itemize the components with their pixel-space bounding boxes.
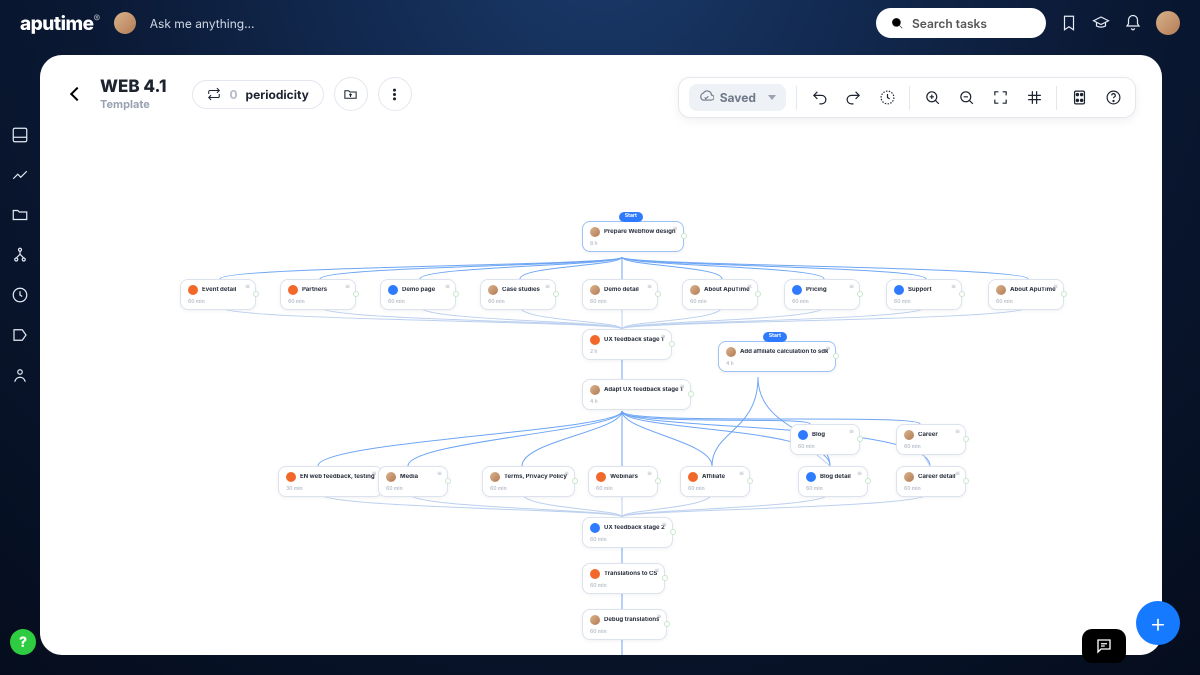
more-button[interactable] [378,77,412,111]
grid-button[interactable] [1022,86,1046,110]
search-icon [890,16,904,30]
node-terms[interactable]: ≡Terms, Privacy Policy60 min [482,466,575,497]
help-fab[interactable]: ? [10,629,36,655]
node-pricing[interactable]: ≡Pricing60 min [784,279,860,310]
tag-icon[interactable] [11,326,29,344]
signal-button[interactable] [1067,86,1091,110]
redo-button[interactable] [841,86,865,110]
add-fab[interactable]: + [1136,601,1180,645]
node-media[interactable]: ≡Media60 min [378,466,448,497]
back-button[interactable] [70,87,84,101]
node-about2[interactable]: ≡About ApuTime60 min [988,279,1064,310]
main-panel: WEB 4.1 Template 0 periodicity Saved [40,55,1162,655]
dashboard-icon[interactable] [11,126,29,144]
topbar: aputime® Ask me anything… Search tasks [0,0,1200,46]
saved-status[interactable]: Saved [689,84,786,111]
folder-icon[interactable] [11,206,29,224]
import-button[interactable] [334,77,368,111]
node-event[interactable]: ≡Event detail60 min [180,279,256,310]
periodicity-pill[interactable]: 0 periodicity [192,80,323,109]
node-ux2[interactable]: ≡UX feedback stage 260 min [582,517,673,548]
fit-button[interactable] [988,86,1012,110]
academy-icon[interactable] [1092,14,1110,32]
node-trans[interactable]: ≡Translations to CS60 min [582,563,665,594]
search-input[interactable]: Search tasks [876,8,1046,38]
page-title: WEB 4.1 [100,77,166,97]
node-about[interactable]: ≡About ApuTime60 min [682,279,758,310]
node-career[interactable]: ≡Career60 min [896,424,966,455]
node-affiliate-calc[interactable]: Start ≡ Add affiliate calculation to sdk… [718,341,836,372]
node-blog[interactable]: ≡Blog60 min [790,424,860,455]
flowchart-canvas[interactable]: Start ≡ Prepare Webflow design 8 h ≡Even… [40,131,1162,655]
node-blogd[interactable]: ≡Blog detail60 min [798,466,868,497]
node-case[interactable]: ≡Case studies60 min [480,279,556,310]
node-partners[interactable]: ≡Partners60 min [280,279,356,310]
page-subtitle: Template [100,97,166,111]
bell-icon[interactable] [1124,14,1142,32]
zoom-out-button[interactable] [954,86,978,110]
left-rail [0,46,40,675]
bookmark-icon[interactable] [1060,14,1078,32]
brand-logo[interactable]: aputime® [20,12,100,35]
node-careerd[interactable]: ≡Career detail60 min [896,466,966,497]
analytics-icon[interactable] [11,166,29,184]
node-enweb[interactable]: ≡EN web feedback, testing30 min [278,466,383,497]
node-debug[interactable]: ≡Debug translations60 min [582,609,667,640]
start-badge: Start [619,212,643,222]
undo-button[interactable] [807,86,831,110]
history-button[interactable] [875,86,899,110]
node-support[interactable]: ≡Support60 min [886,279,962,310]
clock-icon[interactable] [11,286,29,304]
ask-input[interactable]: Ask me anything… [150,16,255,31]
branch-icon[interactable] [11,246,29,264]
node-webinars[interactable]: ≡Webinars60 min [588,466,658,497]
node-demod[interactable]: ≡Demo detail60 min [582,279,658,310]
help-button[interactable] [1101,86,1125,110]
user-avatar-small[interactable] [114,12,136,34]
user-avatar[interactable] [1156,11,1180,35]
node-prepare[interactable]: Start ≡ Prepare Webflow design 8 h [582,221,684,252]
person-icon[interactable] [11,366,29,384]
node-adapt[interactable]: ≡Adapt UX feedback stage 14 h [582,379,691,410]
node-ux1[interactable]: ≡UX feedback stage 12 h [582,329,672,360]
node-affiliate[interactable]: ≡Affiliate60 min [680,466,750,497]
node-demo[interactable]: ≡Demo page60 min [380,279,456,310]
chat-fab[interactable] [1082,629,1126,663]
zoom-in-button[interactable] [920,86,944,110]
toolbar: Saved [678,77,1136,118]
